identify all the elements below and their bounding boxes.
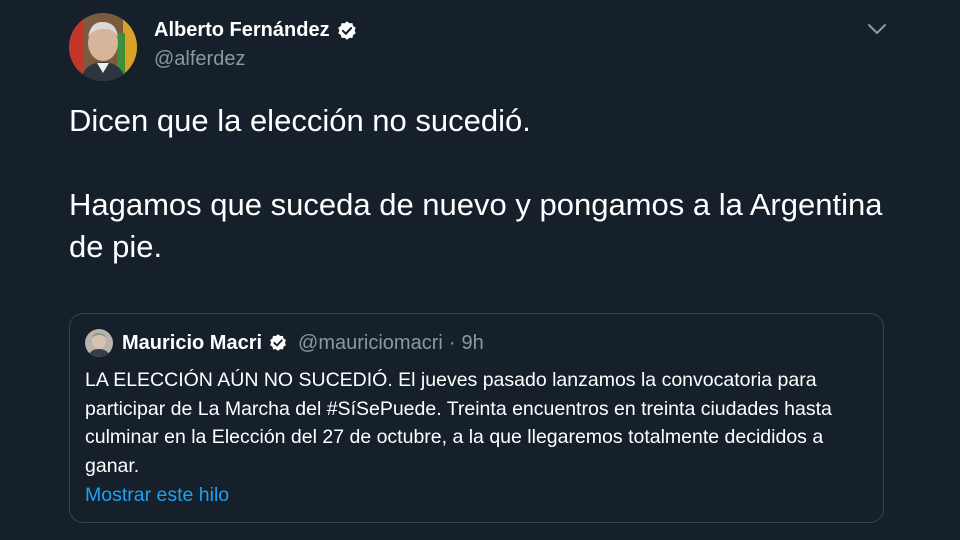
quoted-author-handle[interactable]: @mauriciomacri (298, 332, 443, 355)
author-name[interactable]: Alberto Fernández (154, 19, 330, 42)
quoted-tweet-text: LA ELECCIÓN AÚN NO SUCEDIÓ. El jueves pa… (85, 369, 832, 477)
quoted-tweet-header: Mauricio Macri @mauriciomacri · 9h (85, 328, 484, 358)
tweet-text-line-2: Hagamos que suceda de nuevo y pongamos a… (69, 187, 883, 264)
tweet-text: Dicen que la elección no sucedió. Hagamo… (69, 100, 889, 268)
chevron-down-icon (868, 24, 886, 34)
verified-badge-icon (268, 333, 288, 353)
quoted-author-name[interactable]: Mauricio Macri (122, 332, 262, 355)
quoted-author-avatar-image (85, 329, 113, 357)
more-options-button[interactable] (864, 16, 890, 42)
author-avatar[interactable] (69, 13, 137, 81)
separator-dot: · (448, 331, 456, 354)
author-name-row[interactable]: Alberto Fernández (154, 19, 358, 42)
quoted-tweet[interactable]: Mauricio Macri @mauriciomacri · 9h LA EL… (69, 313, 884, 523)
author-handle[interactable]: @alferdez (154, 48, 245, 71)
tweet: Alberto Fernández @alferdez Dicen que la… (0, 0, 960, 540)
show-thread-link[interactable]: Mostrar este hilo (85, 484, 229, 507)
tweet-text-line-1: Dicen que la elección no sucedió. (69, 103, 531, 138)
verified-badge-icon (336, 20, 358, 42)
author-avatar-image (69, 13, 137, 81)
quoted-tweet-timestamp[interactable]: 9h (461, 332, 483, 355)
quoted-author-avatar[interactable] (85, 329, 113, 357)
